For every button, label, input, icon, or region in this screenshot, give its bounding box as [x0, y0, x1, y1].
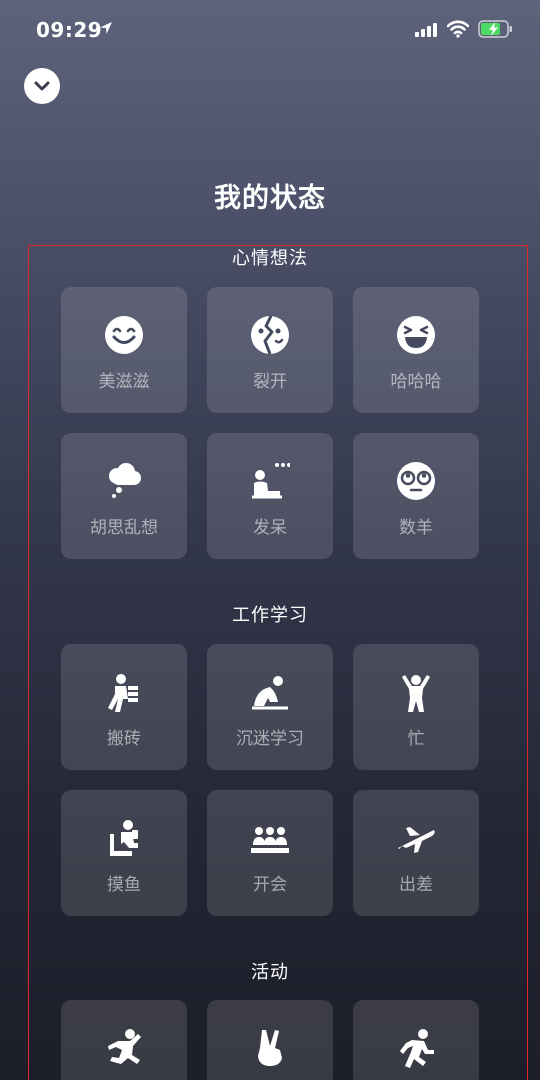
status-tile-business-trip[interactable]: 出差 [353, 790, 479, 916]
status-label: 开会 [253, 875, 287, 895]
status-tile-cracked[interactable]: 裂开 [207, 287, 333, 413]
status-tile-slacking[interactable]: 摸鱼 [61, 790, 187, 916]
status-label: 美滋滋 [98, 372, 150, 392]
status-tile-counting-sheep[interactable]: 数羊 [353, 433, 479, 559]
collapse-button[interactable] [24, 68, 60, 104]
wifi-icon [447, 20, 469, 38]
status-tile-jumping[interactable] [61, 1000, 187, 1080]
status-bar: 09:29 [0, 0, 540, 60]
status-label: 沉迷学习 [236, 729, 304, 749]
carry-bricks-icon [108, 674, 138, 712]
status-tile-laughing[interactable]: 哈哈哈 [353, 287, 479, 413]
meeting-icon [251, 827, 289, 853]
daze-person-icon [252, 463, 290, 499]
running-person-icon [400, 1029, 434, 1068]
cracked-face-icon [251, 315, 289, 355]
sleepy-face-icon [397, 462, 435, 500]
status-time: 09:29 [36, 18, 103, 42]
status-tile-busy[interactable]: 忙 [353, 644, 479, 770]
airplane-icon [398, 827, 435, 853]
status-label: 发呆 [253, 518, 287, 538]
victory-hand-icon [258, 1030, 282, 1066]
smiley-icon [105, 316, 143, 354]
status-label: 胡思乱想 [90, 518, 158, 538]
status-tile-daze[interactable]: 发呆 [207, 433, 333, 559]
busy-person-icon [402, 675, 430, 712]
location-arrow-icon [100, 22, 112, 34]
status-label: 出差 [399, 875, 433, 895]
thought-cloud-icon [109, 463, 141, 498]
status-tile-victory[interactable] [207, 1000, 333, 1080]
section-title-work: 工作学习 [232, 605, 308, 626]
laughing-face-icon [397, 316, 435, 354]
status-tile-happy[interactable]: 美滋滋 [61, 287, 187, 413]
section-title-activities: 活动 [251, 962, 289, 983]
status-label: 数羊 [399, 518, 433, 538]
chevron-down-icon [34, 81, 50, 91]
status-tile-running[interactable] [353, 1000, 479, 1080]
status-label: 哈哈哈 [390, 372, 442, 392]
slacking-person-icon [110, 820, 138, 856]
status-label: 忙 [407, 729, 425, 749]
section-title-mood: 心情想法 [232, 248, 308, 269]
page-title: 我的状态 [214, 183, 326, 214]
status-label: 摸鱼 [107, 875, 141, 895]
battery-charging-icon [478, 20, 512, 38]
status-tile-grind[interactable]: 搬砖 [61, 644, 187, 770]
status-tile-studying[interactable]: 沉迷学习 [207, 644, 333, 770]
studying-person-icon [252, 676, 288, 710]
status-label: 裂开 [253, 372, 287, 392]
cellular-signal-icon [415, 23, 437, 37]
status-tile-meeting[interactable]: 开会 [207, 790, 333, 916]
status-tile-daydream[interactable]: 胡思乱想 [61, 433, 187, 559]
jumping-person-icon [108, 1029, 141, 1064]
status-label: 搬砖 [107, 729, 141, 749]
